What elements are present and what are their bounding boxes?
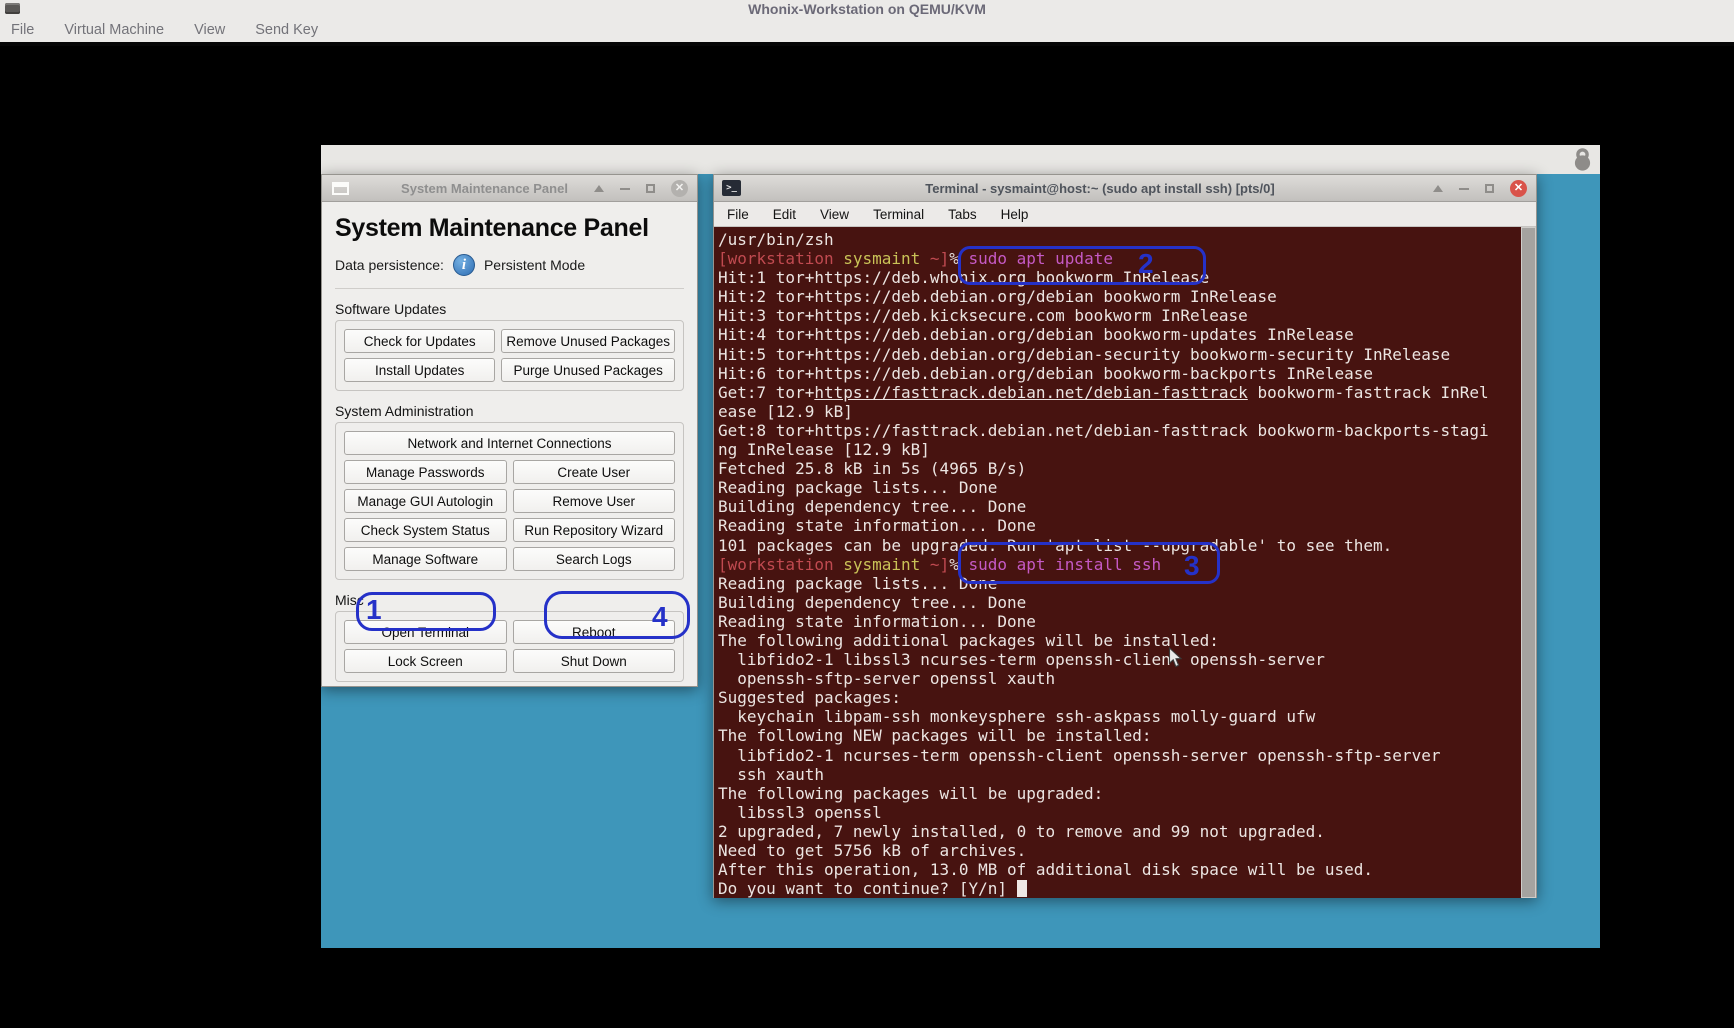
- host-menu-view[interactable]: View: [194, 22, 225, 38]
- terminal-line: Reading package lists... Done: [718, 478, 1518, 497]
- remove-user-button[interactable]: Remove User: [513, 489, 676, 513]
- terminal-line: Hit:3 tor+https://deb.kicksecure.com boo…: [718, 306, 1518, 325]
- annotation-number-3: 3: [1184, 550, 1200, 582]
- terminal-line: The following additional packages will b…: [718, 631, 1518, 650]
- close-icon[interactable]: ✕: [671, 180, 688, 197]
- annotation-number-4: 4: [652, 601, 668, 633]
- terminal-line: Reading state information... Done: [718, 516, 1518, 535]
- annotation-number-2: 2: [1138, 248, 1154, 280]
- software-updates-groupbox: Check for Updates Remove Unused Packages…: [335, 320, 684, 391]
- shut-down-button[interactable]: Shut Down: [513, 649, 676, 673]
- terminal-line: ssh xauth: [718, 765, 1518, 784]
- check-for-updates-button[interactable]: Check for Updates: [344, 329, 495, 353]
- terminal-line: Hit:2 tor+https://deb.debian.org/debian …: [718, 287, 1518, 306]
- annotation-box-3: [958, 542, 1220, 584]
- check-system-status-button[interactable]: Check System Status: [344, 518, 507, 542]
- vm-top-strip: [321, 145, 1600, 174]
- maximize-icon[interactable]: [1485, 184, 1494, 193]
- terminal-menu-file[interactable]: File: [727, 207, 749, 222]
- scrollbar-thumb[interactable]: [1522, 228, 1535, 897]
- terminal-line: The following packages will be upgraded:: [718, 784, 1518, 803]
- maintenance-panel-titlebar[interactable]: System Maintenance Panel ✕: [322, 175, 697, 202]
- run-repository-wizard-button[interactable]: Run Repository Wizard: [513, 518, 676, 542]
- terminal-icon: >_: [722, 180, 741, 196]
- separator: [335, 288, 684, 289]
- annotation-box-4: [544, 591, 690, 639]
- terminal-menu-help[interactable]: Help: [1001, 207, 1029, 222]
- section-software-updates: Software Updates: [335, 301, 684, 317]
- create-user-button[interactable]: Create User: [513, 460, 676, 484]
- terminal-cursor: [1017, 880, 1027, 897]
- terminal-line: libfido2-1 ncurses-term openssh-client o…: [718, 746, 1518, 765]
- terminal-line: Building dependency tree... Done: [718, 497, 1518, 516]
- mouse-cursor-icon: [1168, 647, 1183, 674]
- page-title: System Maintenance Panel: [335, 214, 684, 243]
- system-administration-groupbox: Network and Internet Connections Manage …: [335, 422, 684, 580]
- terminal-line: Get:8 tor+https://fasttrack.debian.net/d…: [718, 421, 1518, 440]
- minimize-icon[interactable]: [620, 188, 630, 190]
- search-logs-button[interactable]: Search Logs: [513, 547, 676, 571]
- terminal-line: Hit:5 tor+https://deb.debian.org/debian-…: [718, 345, 1518, 364]
- terminal-line: openssh-sftp-server openssl xauth: [718, 669, 1518, 688]
- purge-unused-packages-button[interactable]: Purge Unused Packages: [501, 358, 675, 382]
- terminal-line: Reading state information... Done: [718, 612, 1518, 631]
- section-system-administration: System Administration: [335, 403, 684, 419]
- terminal-line: Hit:4 tor+https://deb.debian.org/debian …: [718, 325, 1518, 344]
- annotation-number-1: 1: [366, 594, 382, 626]
- manage-software-button[interactable]: Manage Software: [344, 547, 507, 571]
- shade-icon[interactable]: [594, 185, 604, 192]
- terminal-line: Do you want to continue? [Y/n]: [718, 879, 1518, 898]
- manage-gui-autologin-button[interactable]: Manage GUI Autologin: [344, 489, 507, 513]
- terminal-window-title: Terminal - sysmaint@host:~ (sudo apt ins…: [774, 181, 1426, 196]
- terminal-menu-tabs[interactable]: Tabs: [948, 207, 977, 222]
- lock-icon: [1571, 147, 1594, 177]
- persistence-label: Data persistence:: [335, 257, 444, 273]
- terminal-line: Building dependency tree... Done: [718, 593, 1518, 612]
- terminal-line: ease [12.9 kB]: [718, 402, 1518, 421]
- terminal-line: The following NEW packages will be insta…: [718, 726, 1518, 745]
- minimize-icon[interactable]: [1459, 188, 1469, 190]
- terminal-line: ng InRelease [12.9 kB]: [718, 440, 1518, 459]
- terminal-line: Get:7 tor+https://fasttrack.debian.net/d…: [718, 383, 1518, 402]
- terminal-menu-view[interactable]: View: [820, 207, 849, 222]
- window-icon: [332, 182, 349, 195]
- terminal-line: Hit:6 tor+https://deb.debian.org/debian …: [718, 364, 1518, 383]
- host-menu-file[interactable]: File: [11, 22, 34, 38]
- terminal-titlebar[interactable]: >_ Terminal - sysmaint@host:~ (sudo apt …: [714, 175, 1536, 202]
- host-menu-send-key[interactable]: Send Key: [255, 22, 318, 38]
- screenshot-stage: Whonix-Workstation on QEMU/KVM File Virt…: [0, 0, 1734, 1028]
- shade-icon[interactable]: [1433, 185, 1443, 192]
- terminal-menu-edit[interactable]: Edit: [773, 207, 796, 222]
- host-window-title: Whonix-Workstation on QEMU/KVM: [0, 1, 1734, 17]
- terminal-line: keychain libpam-ssh monkeysphere ssh-ask…: [718, 707, 1518, 726]
- maintenance-panel-window-title: System Maintenance Panel: [382, 181, 587, 196]
- info-icon: i: [453, 254, 475, 276]
- terminal-line: libssl3 openssl: [718, 803, 1518, 822]
- terminal-line: Need to get 5756 kB of archives.: [718, 841, 1518, 860]
- network-internet-connections-button[interactable]: Network and Internet Connections: [344, 431, 675, 455]
- terminal-line: 2 upgraded, 7 newly installed, 0 to remo…: [718, 822, 1518, 841]
- terminal-menubar: File Edit View Terminal Tabs Help: [714, 202, 1536, 227]
- terminal-scrollbar[interactable]: [1521, 227, 1536, 898]
- remove-unused-packages-button[interactable]: Remove Unused Packages: [501, 329, 675, 353]
- annotation-box-2: [958, 246, 1206, 285]
- terminal-line: libfido2-1 libssl3 ncurses-term openssh-…: [718, 650, 1518, 669]
- terminal-line: Suggested packages:: [718, 688, 1518, 707]
- maximize-icon[interactable]: [646, 184, 655, 193]
- host-titlebar: Whonix-Workstation on QEMU/KVM: [0, 0, 1734, 18]
- host-menubar: File Virtual Machine View Send Key: [0, 18, 1734, 46]
- manage-passwords-button[interactable]: Manage Passwords: [344, 460, 507, 484]
- install-updates-button[interactable]: Install Updates: [344, 358, 495, 382]
- persistence-value: Persistent Mode: [484, 257, 585, 273]
- host-menu-virtual-machine[interactable]: Virtual Machine: [64, 22, 164, 38]
- close-icon[interactable]: ✕: [1510, 180, 1527, 197]
- terminal-line: Fetched 25.8 kB in 5s (4965 B/s): [718, 459, 1518, 478]
- terminal-line: After this operation, 13.0 MB of additio…: [718, 860, 1518, 879]
- terminal-menu-terminal[interactable]: Terminal: [873, 207, 924, 222]
- lock-screen-button[interactable]: Lock Screen: [344, 649, 507, 673]
